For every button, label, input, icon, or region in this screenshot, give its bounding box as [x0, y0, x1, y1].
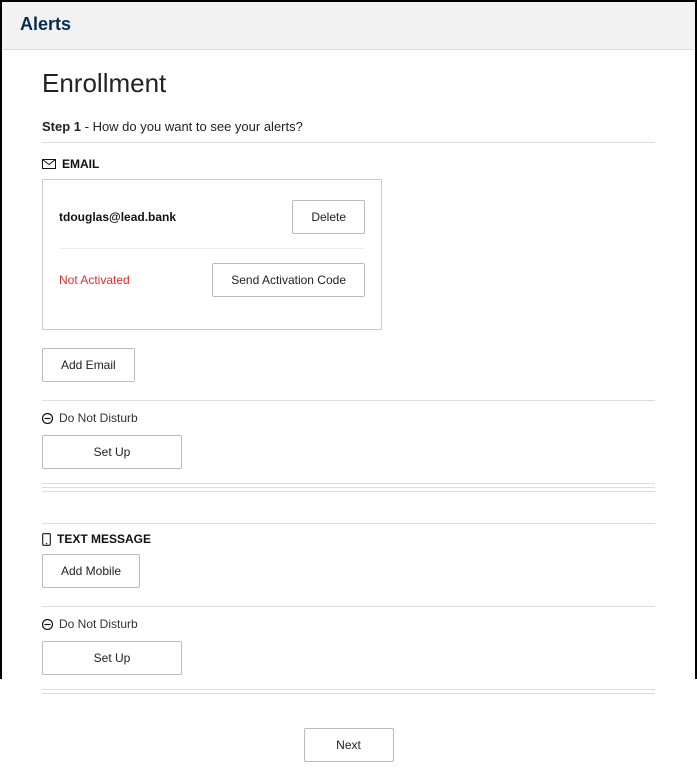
divider: [42, 491, 655, 492]
email-row: tdouglas@lead.bank Delete: [59, 194, 365, 249]
step-question: - How do you want to see your alerts?: [81, 119, 303, 134]
next-button[interactable]: Next: [304, 728, 394, 762]
app-frame: Alerts Enrollment Step 1 - How do you wa…: [0, 0, 697, 679]
add-email-wrap: Add Email: [42, 348, 655, 382]
sms-setup-wrap: Set Up: [42, 641, 655, 675]
sms-dnd-label: Do Not Disturb: [59, 617, 138, 631]
footer: Next: [42, 728, 655, 762]
sms-dnd-header: Do Not Disturb: [42, 617, 655, 631]
section-gap: [42, 495, 655, 517]
mobile-icon: [42, 533, 51, 546]
email-setup-wrap: Set Up: [42, 435, 655, 469]
status-row: Not Activated Send Activation Code: [59, 249, 365, 311]
dnd-minus-icon: [42, 413, 53, 424]
step-label: Step 1: [42, 119, 81, 134]
header-title: Alerts: [20, 14, 677, 35]
email-section: EMAIL tdouglas@lead.bank Delete Not Acti…: [42, 157, 655, 492]
header-bar: Alerts: [2, 2, 695, 50]
email-dnd-block: Do Not Disturb Set Up: [42, 400, 655, 469]
email-heading: EMAIL: [62, 157, 99, 171]
page-title: Enrollment: [42, 68, 655, 99]
sms-section: TEXT MESSAGE Add Mobile Do Not Disturb: [42, 523, 655, 694]
divider: [42, 487, 655, 488]
sms-setup-button[interactable]: Set Up: [42, 641, 182, 675]
status-text: Not Activated: [59, 273, 130, 287]
email-setup-button[interactable]: Set Up: [42, 435, 182, 469]
divider: [42, 689, 655, 690]
email-address: tdouglas@lead.bank: [59, 210, 176, 224]
sms-heading: TEXT MESSAGE: [57, 532, 151, 546]
sms-heading-row: TEXT MESSAGE: [42, 532, 655, 546]
sms-header-line: TEXT MESSAGE: [42, 523, 655, 546]
divider: [42, 693, 655, 694]
add-mobile-wrap: Add Mobile: [42, 554, 655, 588]
content-area: Enrollment Step 1 - How do you want to s…: [2, 50, 695, 782]
add-mobile-button[interactable]: Add Mobile: [42, 554, 140, 588]
step-line: Step 1 - How do you want to see your ale…: [42, 119, 655, 143]
email-dnd-label: Do Not Disturb: [59, 411, 138, 425]
sms-dnd-block: Do Not Disturb Set Up: [42, 606, 655, 675]
email-dnd-header: Do Not Disturb: [42, 411, 655, 425]
dnd-minus-icon: [42, 619, 53, 630]
email-card: tdouglas@lead.bank Delete Not Activated …: [42, 179, 382, 330]
delete-button[interactable]: Delete: [292, 200, 365, 234]
email-heading-row: EMAIL: [42, 157, 655, 171]
email-icon: [42, 159, 56, 169]
add-email-button[interactable]: Add Email: [42, 348, 135, 382]
send-activation-button[interactable]: Send Activation Code: [212, 263, 365, 297]
divider: [42, 483, 655, 484]
